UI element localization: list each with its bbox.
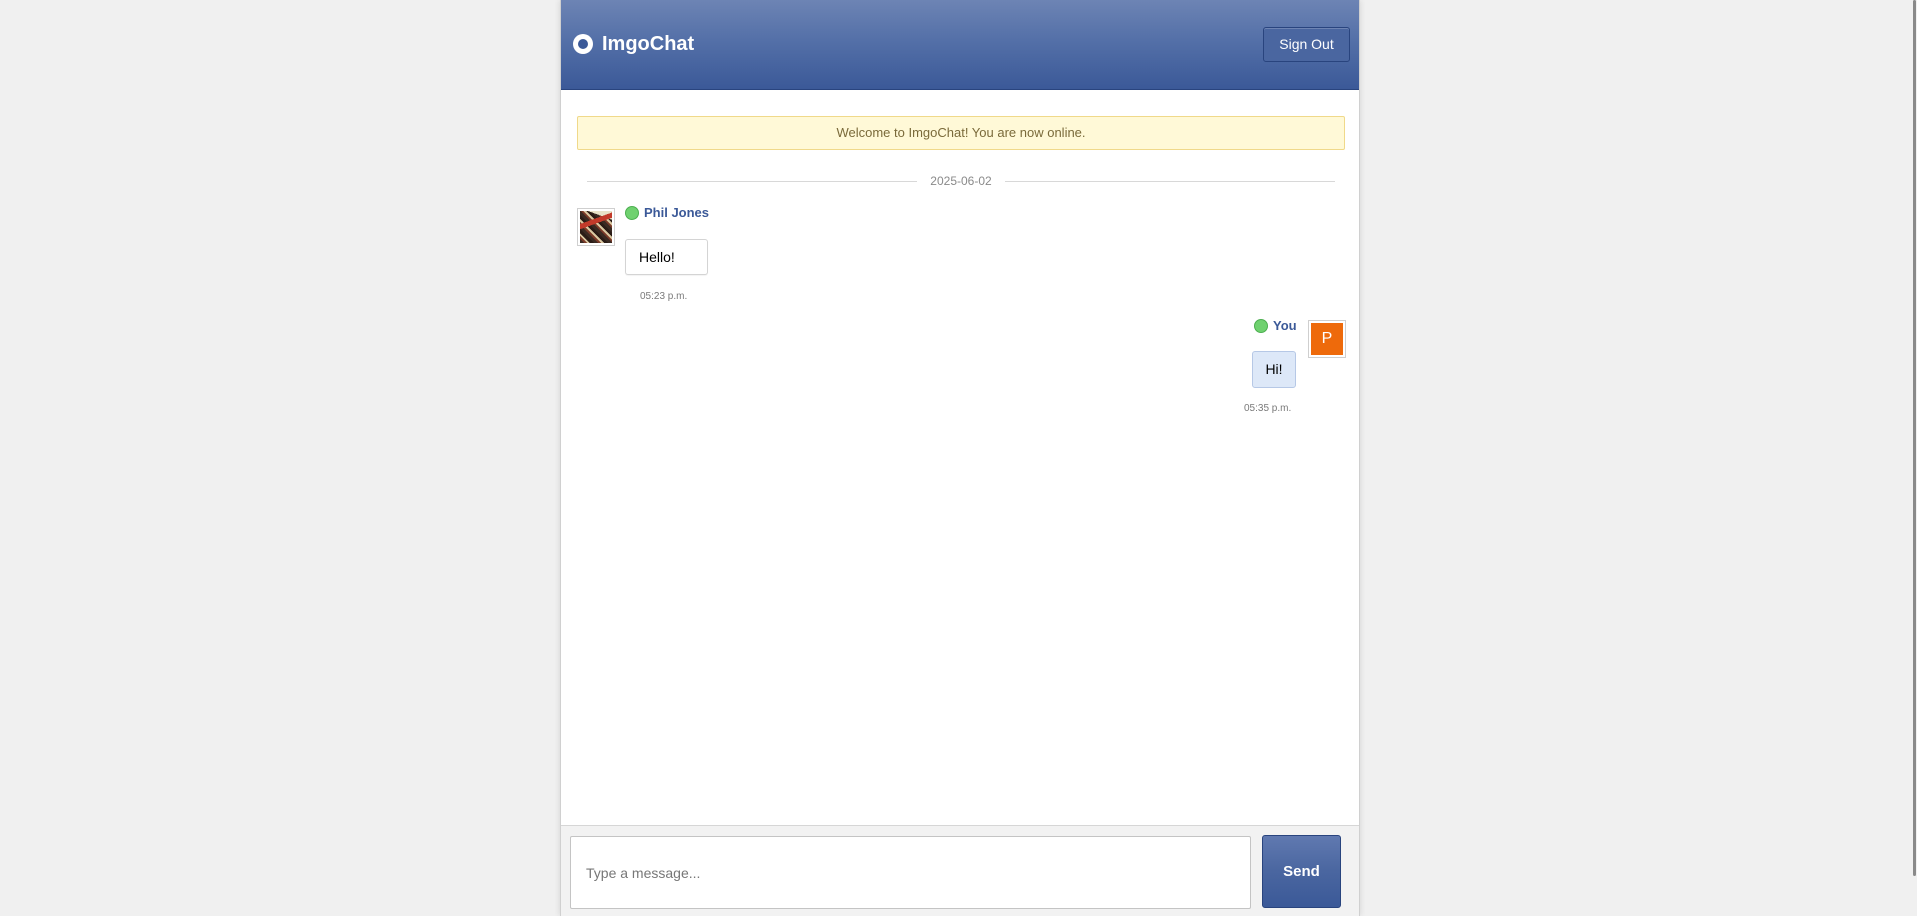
- app-title: ImgoChat: [602, 33, 695, 55]
- chat-window: ImgoChat Sign Out Welcome to ImgoChat! Y…: [560, 0, 1360, 916]
- self-avatar[interactable]: P: [1308, 320, 1346, 358]
- logo-icon: [573, 34, 593, 54]
- sender-name[interactable]: Phil Jones: [644, 205, 709, 221]
- message-composer: Send: [561, 825, 1359, 916]
- message-timestamp: 05:23 p.m.: [640, 291, 688, 302]
- message-bubble-outgoing: Hi!: [1252, 351, 1296, 388]
- message-bubble-incoming: Hello!: [625, 239, 708, 275]
- date-divider: 2025-06-02: [587, 172, 1335, 192]
- online-status-icon: [1254, 319, 1268, 333]
- sender-name-self: You: [1273, 318, 1297, 333]
- divider-line: [1005, 181, 1335, 182]
- avatar-letter: P: [1311, 323, 1343, 355]
- app-header: ImgoChat Sign Out: [561, 0, 1359, 90]
- message-timestamp: 05:35 p.m.: [1244, 403, 1292, 414]
- page-scrollbar[interactable]: [1912, 0, 1917, 876]
- message-input[interactable]: [570, 836, 1251, 909]
- online-status-icon: [625, 206, 639, 220]
- sender-avatar[interactable]: [577, 208, 615, 246]
- avatar-photo-image: [580, 211, 612, 243]
- sign-out-button[interactable]: Sign Out: [1263, 27, 1350, 62]
- welcome-notice: Welcome to ImgoChat! You are now online.: [577, 116, 1345, 150]
- scrollbar-thumb[interactable]: [1913, 0, 1916, 876]
- send-button[interactable]: Send: [1262, 835, 1341, 908]
